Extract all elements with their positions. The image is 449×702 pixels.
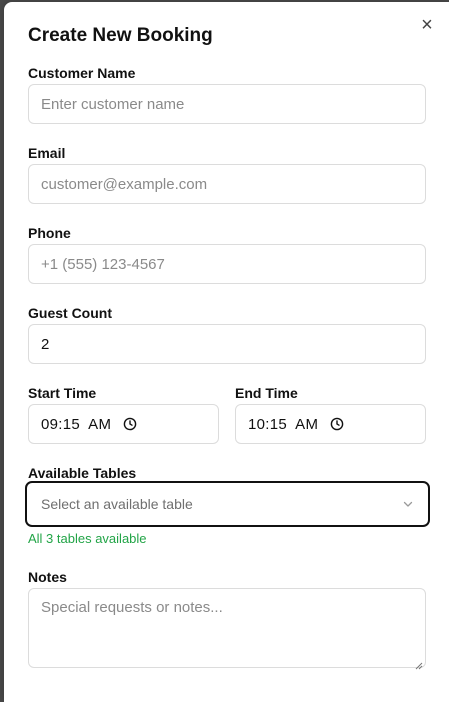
notes-textarea[interactable]: Special requests or notes...	[28, 588, 426, 670]
notes-placeholder: Special requests or notes...	[41, 599, 223, 616]
start-time-label: Start Time	[28, 385, 97, 401]
available-tables-placeholder: Select an available table	[41, 496, 193, 512]
email-label: Email	[28, 145, 66, 161]
available-tables-label: Available Tables	[28, 465, 137, 481]
phone-input[interactable]: +1 (555) 123-4567	[28, 244, 426, 284]
clock-icon[interactable]	[123, 417, 137, 431]
guest-count-value: 2	[41, 335, 50, 353]
available-tables-select[interactable]: Select an available table	[25, 481, 430, 527]
end-time-value: 10:15 AM	[248, 415, 319, 433]
dialog-title: Create New Booking	[28, 25, 213, 46]
guest-count-label: Guest Count	[28, 305, 112, 321]
email-placeholder: customer@example.com	[41, 175, 208, 193]
end-time-input[interactable]: 10:15 AM	[235, 404, 426, 444]
start-time-value: 09:15 AM	[41, 415, 112, 433]
customer-name-input[interactable]: Enter customer name	[28, 84, 426, 124]
start-time-input[interactable]: 09:15 AM	[28, 404, 219, 444]
close-button[interactable]: ×	[417, 15, 437, 35]
close-icon: ×	[421, 14, 433, 36]
email-input[interactable]: customer@example.com	[28, 164, 426, 204]
notes-label: Notes	[28, 569, 67, 585]
create-booking-dialog: × Create New Booking Customer Name Enter…	[4, 2, 449, 702]
customer-name-placeholder: Enter customer name	[41, 95, 185, 113]
resize-handle-icon[interactable]	[415, 657, 423, 670]
phone-placeholder: +1 (555) 123-4567	[41, 255, 165, 273]
end-time-label: End Time	[235, 385, 298, 401]
guest-count-input[interactable]: 2	[28, 324, 426, 364]
clock-icon[interactable]	[330, 417, 344, 431]
chevron-down-icon	[402, 498, 414, 510]
tables-availability-hint: All 3 tables available	[28, 531, 147, 546]
customer-name-label: Customer Name	[28, 65, 136, 81]
phone-label: Phone	[28, 225, 71, 241]
